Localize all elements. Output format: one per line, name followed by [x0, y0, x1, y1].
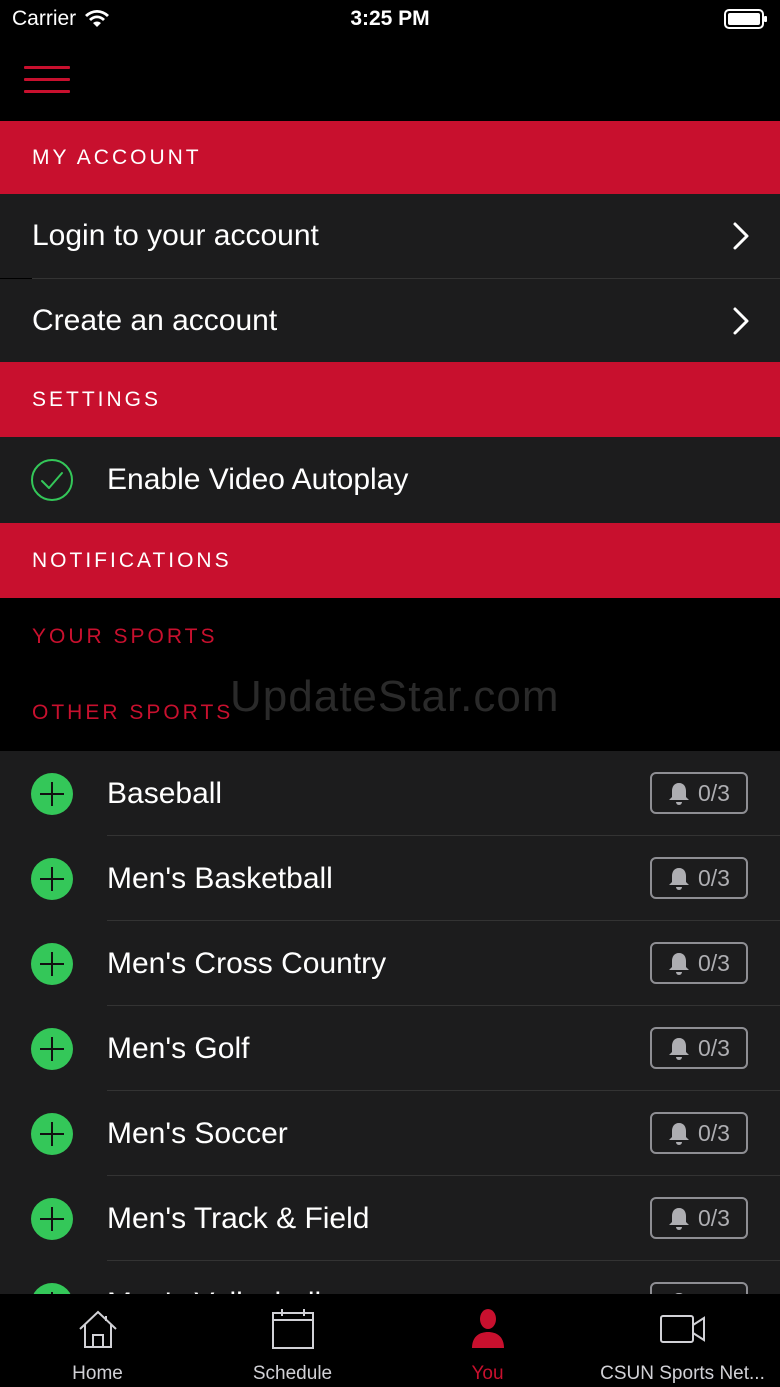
notification-count-button[interactable]: 0/3	[650, 942, 748, 984]
login-row[interactable]: Login to your account	[0, 194, 780, 278]
chevron-right-icon	[733, 222, 749, 250]
watermark: UpdateStar.com	[230, 672, 560, 721]
login-label: Login to your account	[32, 219, 319, 252]
notification-count: 0/3	[698, 864, 730, 891]
tab-csun-sports-network[interactable]: CSUN Sports Net...	[585, 1294, 780, 1387]
notification-count: 0/3	[698, 949, 730, 976]
calendar-icon	[271, 1309, 314, 1349]
tab-you-label: You	[471, 1363, 504, 1384]
tab-schedule-label: Schedule	[252, 1363, 333, 1384]
sport-row[interactable]: Men's Soccer 0/3	[0, 1091, 780, 1176]
add-circle-icon[interactable]	[31, 1198, 73, 1240]
bell-icon	[669, 868, 689, 890]
status-bar: Carrier 3:25 PM	[0, 0, 780, 40]
tab-schedule[interactable]: Schedule	[195, 1294, 390, 1387]
tab-you[interactable]: You	[390, 1294, 585, 1387]
add-circle-icon[interactable]	[31, 1113, 73, 1155]
sport-row[interactable]: Men's Cross Country 0/3	[0, 921, 780, 1006]
battery-icon	[724, 9, 767, 29]
notification-count: 0/3	[698, 1119, 730, 1146]
bell-icon	[669, 783, 689, 805]
sport-row[interactable]: Men's Track & Field 0/3	[0, 1176, 780, 1261]
sport-name: Baseball	[107, 776, 223, 810]
sport-name: Men's Soccer	[107, 1116, 288, 1150]
your-sports-header: YOUR SPORTS	[32, 625, 218, 648]
checkmark-circle-icon[interactable]	[30, 458, 74, 502]
home-icon	[78, 1310, 117, 1348]
notification-count-button[interactable]: 0/3	[650, 1027, 748, 1069]
create-account-row[interactable]: Create an account	[0, 279, 780, 362]
add-circle-icon[interactable]	[31, 858, 73, 900]
other-sports-header: OTHER SPORTS	[32, 701, 234, 724]
bell-icon	[669, 953, 689, 975]
section-header-my-account: MY ACCOUNT	[0, 121, 780, 194]
notification-count: 0/3	[698, 1034, 730, 1061]
notification-count-button[interactable]: 0/3	[650, 857, 748, 899]
notification-count-button[interactable]: 0/3	[650, 772, 748, 814]
status-time: 3:25 PM	[350, 7, 430, 30]
section-header-settings: SETTINGS	[0, 362, 780, 437]
sport-name: Men's Cross Country	[107, 946, 387, 980]
sport-name: Men's Golf	[107, 1031, 250, 1065]
create-account-label: Create an account	[32, 303, 278, 337]
bell-icon	[669, 1038, 689, 1060]
tab-csun-sports-network-label: CSUN Sports Net...	[600, 1363, 765, 1384]
tab-home[interactable]: Home	[0, 1294, 195, 1387]
section-header-notifications: NOTIFICATIONS	[0, 523, 780, 598]
sport-row[interactable]: Men's Basketball 0/3	[0, 836, 780, 921]
tab-home-label: Home	[72, 1363, 123, 1384]
sport-row[interactable]: Baseball 0/3	[0, 751, 780, 836]
menu-icon[interactable]	[24, 66, 70, 96]
chevron-right-icon	[733, 307, 749, 334]
add-circle-icon[interactable]	[31, 773, 73, 815]
sport-name: Men's Track & Field	[107, 1201, 370, 1235]
add-circle-icon[interactable]	[31, 943, 73, 985]
person-icon	[471, 1309, 504, 1348]
sport-name: Men's Basketball	[107, 861, 333, 895]
autoplay-row[interactable]: Enable Video Autoplay	[0, 437, 780, 523]
notification-count-button[interactable]: 0/3	[650, 1112, 748, 1154]
video-camera-icon	[659, 1315, 705, 1343]
notification-count-button[interactable]: 0/3	[650, 1197, 748, 1239]
tab-bar: Home Schedule You CSUN Sports Net...	[0, 1294, 780, 1387]
bell-icon	[669, 1123, 689, 1145]
bell-icon	[669, 1208, 689, 1230]
autoplay-label: Enable Video Autoplay	[107, 463, 409, 496]
notification-count: 0/3	[698, 1204, 730, 1231]
top-bar	[0, 40, 780, 121]
sport-row[interactable]: Men's Golf 0/3	[0, 1006, 780, 1091]
add-circle-icon[interactable]	[31, 1028, 73, 1070]
notification-count: 0/3	[698, 779, 730, 806]
